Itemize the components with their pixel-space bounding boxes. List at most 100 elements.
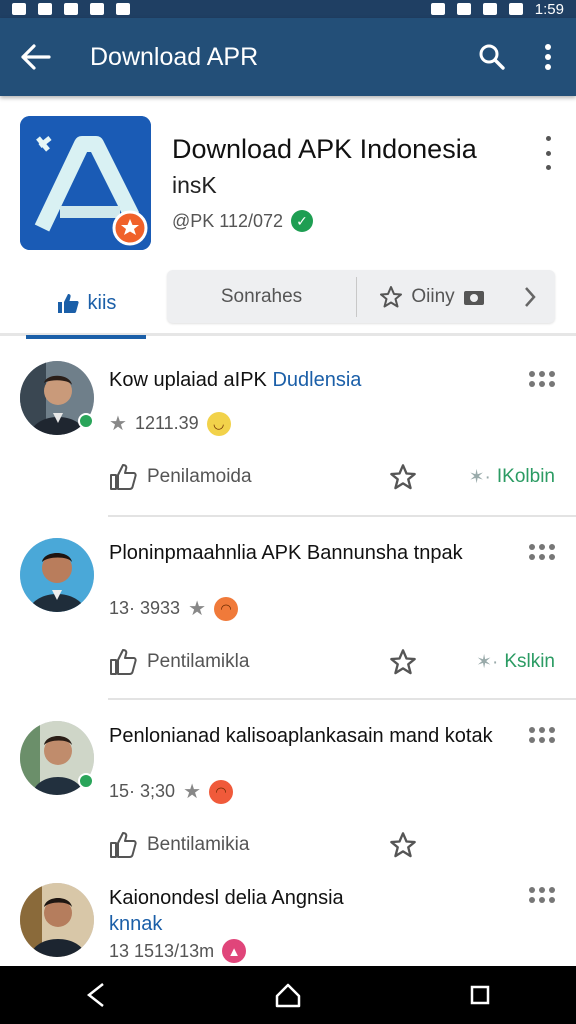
dot [529, 887, 535, 893]
like-label: Penilamoida [147, 466, 252, 487]
app-subtitle: insK [172, 172, 217, 198]
back-button[interactable] [0, 18, 72, 96]
dot [539, 737, 545, 743]
dot [539, 381, 545, 387]
dot [549, 727, 555, 733]
tab-scroll-right[interactable] [507, 270, 553, 323]
item-action-button[interactable]: ✶· IKolbin [469, 466, 555, 489]
dot [539, 371, 545, 377]
dot [529, 554, 535, 560]
notification-icon [116, 3, 130, 15]
like-label: Bentilamikia [147, 834, 250, 855]
list-item[interactable]: Penlonianad kalisoaplankasain mand kotak… [0, 703, 576, 873]
star-outline-icon[interactable] [389, 463, 417, 491]
item-title-highlight: Dudlensia [272, 369, 362, 391]
star-icon: ★ [109, 413, 127, 435]
nav-recents-button[interactable] [450, 966, 510, 1024]
nav-home-button[interactable] [258, 966, 318, 1024]
item-meta: 13· 3933 ★ ◠ [109, 596, 238, 621]
notification-icon [38, 3, 52, 15]
avatar [20, 883, 94, 957]
item-title-text: Penlonianad kalisoaplankasain mand kotak [109, 725, 493, 747]
like-button[interactable]: Penilamoida [109, 463, 252, 491]
star-icon: ★ [188, 598, 206, 620]
dot [545, 165, 551, 170]
list-item[interactable]: Ploninpmaahnlia APK Bannunsha tnpak 13· … [0, 520, 576, 703]
like-icon [57, 294, 79, 313]
app-header: Download APK Indonesia insK @PK 112/072 … [20, 116, 560, 256]
item-title[interactable]: Penlonianad kalisoaplankasain mand kotak [109, 723, 509, 749]
sparkle-icon: ✶· [468, 466, 491, 488]
star-outline-icon [380, 285, 403, 307]
item-title[interactable]: Kow uplaiad aIPK Dudlensia [109, 367, 509, 393]
list-item[interactable]: Kow uplaiad aIPK Dudlensia ★ 1211.39 ◡ P… [0, 345, 576, 520]
notification-icon [64, 3, 78, 15]
online-status-icon [78, 773, 94, 789]
dot [529, 381, 535, 387]
tab-kiis[interactable]: kiis [26, 270, 146, 339]
thumbs-up-icon [110, 649, 137, 675]
item-meta-text: 1211.39 [134, 413, 199, 433]
item-meta-text: 15· 3;30 [109, 781, 176, 801]
item-action-label: IKolbin [496, 466, 555, 487]
star-outline-icon[interactable] [389, 831, 417, 859]
nav-home-icon [275, 983, 301, 1008]
item-action-button[interactable]: ✶· Kslkin [476, 651, 555, 674]
emoji-icon: ◡ [206, 411, 231, 436]
dot [539, 897, 545, 903]
chevron-right-icon [525, 286, 536, 307]
nav-back-button[interactable] [66, 966, 126, 1024]
item-meta: 13 1513/13m ▲ [109, 939, 247, 963]
item-meta-text: 13· 3933 [109, 598, 181, 618]
dot [529, 727, 535, 733]
dot [539, 544, 545, 550]
app-meta: @PK 112/072 ✓ [172, 210, 314, 232]
wifi-icon [456, 3, 471, 15]
item-actions: Penilamoida ✶· IKolbin [109, 457, 559, 497]
header-more-button[interactable] [538, 136, 558, 170]
tab-label: Sonrahes [220, 285, 303, 307]
tab-sonrahes[interactable]: Sonrahes [167, 270, 356, 323]
tab-label: Oiiny [411, 285, 455, 307]
dot [539, 727, 545, 733]
dot [539, 887, 545, 893]
tab-oiiny[interactable]: Oiiny [357, 270, 507, 323]
status-time: 1:59 [534, 0, 564, 18]
item-title[interactable]: Ploninpmaahnlia APK Bannunsha tnpak [109, 540, 509, 566]
search-icon [479, 44, 505, 70]
alarm-icon [430, 3, 445, 15]
item-title[interactable]: Kaionondesl delia Angnsia knnak [109, 885, 509, 937]
like-button[interactable]: Bentilamikia [109, 831, 249, 859]
app-logo-icon [20, 116, 151, 250]
arrow-back-icon [21, 44, 51, 70]
item-actions: Pentilamikla ✶· Kslkin [109, 642, 559, 682]
tab-label: kiis [87, 291, 117, 314]
dot [529, 737, 535, 743]
divider [108, 515, 576, 517]
online-status-icon [78, 413, 94, 429]
more-vert-icon [545, 44, 551, 70]
emoji-icon: ◠ [214, 596, 238, 621]
notification-icon [90, 3, 104, 15]
item-meta: ★ 1211.39 ◡ [109, 411, 231, 436]
like-label: Pentilamikla [147, 651, 250, 672]
emoji-icon: ◠ [209, 779, 233, 804]
item-title-text: Kow uplaiad aIPK [109, 369, 273, 391]
overflow-menu-button[interactable] [520, 18, 576, 96]
item-more-button[interactable] [529, 544, 555, 564]
star-outline-icon[interactable] [389, 648, 417, 676]
search-button[interactable] [464, 18, 520, 96]
app-meta-text: @PK 112/072 [172, 210, 284, 231]
dot [545, 136, 551, 141]
dot [539, 554, 545, 560]
status-bar: 1:59 [0, 0, 576, 18]
avatar [20, 538, 94, 612]
item-more-button[interactable] [529, 371, 555, 391]
dot [549, 554, 555, 560]
item-more-button[interactable] [529, 727, 555, 747]
verified-icon: ✓ [291, 210, 314, 232]
like-button[interactable]: Pentilamikla [109, 648, 249, 676]
thumbs-up-icon [110, 464, 137, 490]
item-more-button[interactable] [529, 887, 555, 907]
list-item[interactable]: Kaionondesl delia Angnsia knnak 13 1513/… [0, 873, 576, 965]
